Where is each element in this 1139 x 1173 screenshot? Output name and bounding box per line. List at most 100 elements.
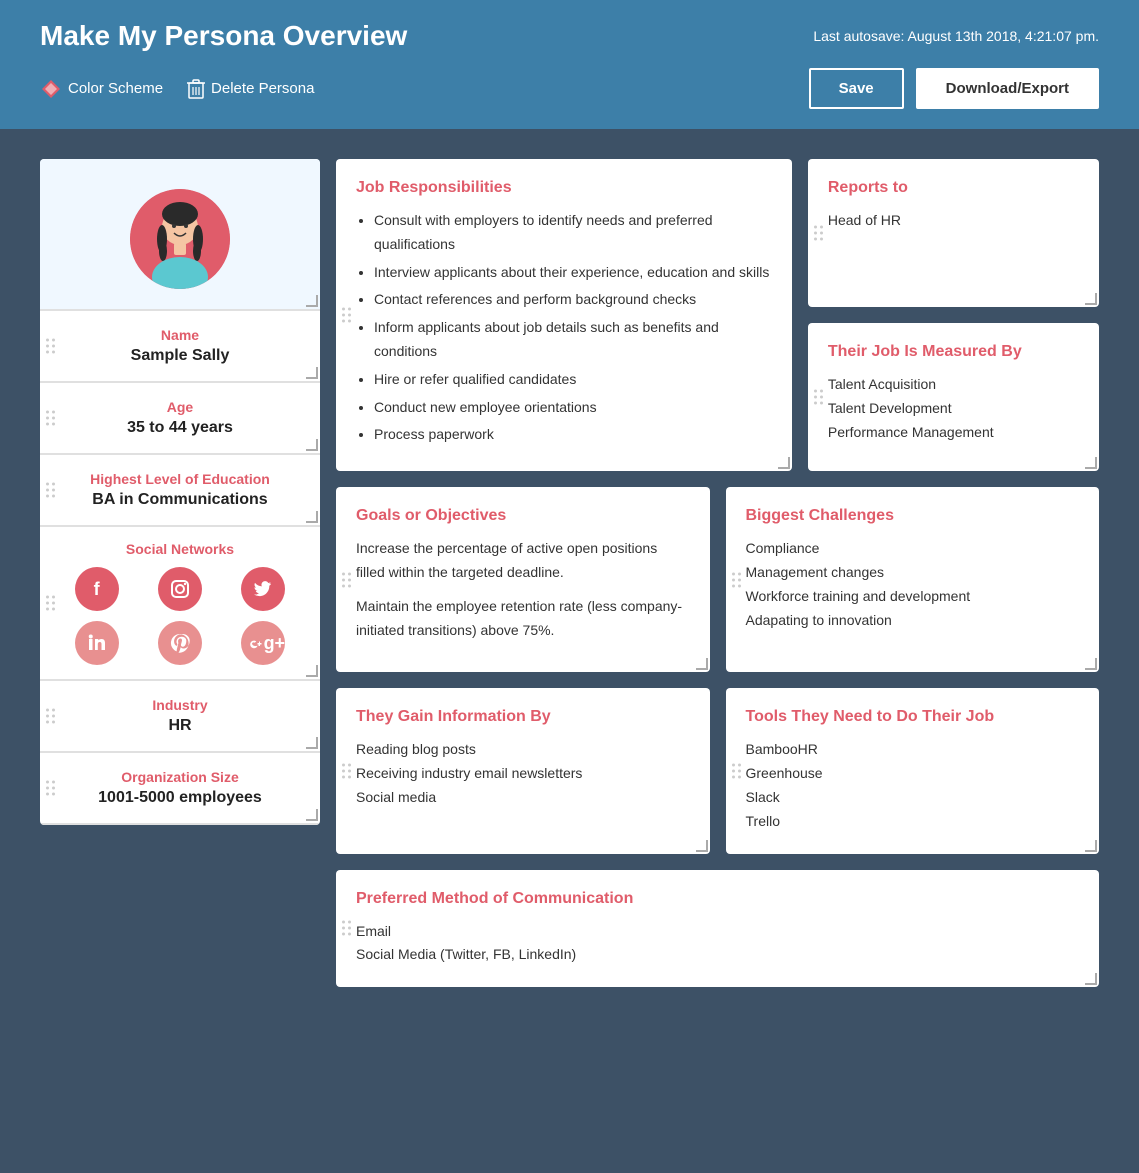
list-item: Process paperwork — [374, 423, 772, 447]
org-size-label: Organization Size — [60, 769, 300, 785]
avatar — [130, 189, 230, 289]
goals-p2: Maintain the employee retention rate (le… — [356, 595, 690, 643]
job-responsibilities-resize-handle[interactable] — [778, 457, 788, 467]
list-item: Conduct new employee orientations — [374, 396, 772, 420]
name-drag-handle[interactable] — [46, 339, 55, 354]
delete-persona-button[interactable]: Delete Persona — [187, 78, 314, 100]
linkedin-icon[interactable] — [75, 621, 119, 665]
industry-value: HR — [60, 717, 300, 735]
age-resize-handle[interactable] — [306, 439, 316, 449]
name-resize-handle[interactable] — [306, 367, 316, 377]
job-responsibilities-list: Consult with employers to identify needs… — [356, 209, 772, 447]
education-resize-handle[interactable] — [306, 511, 316, 521]
avatar-section — [40, 159, 320, 311]
list-item: Greenhouse — [746, 762, 1080, 786]
tools-body: BambooHR Greenhouse Slack Trello — [746, 738, 1080, 833]
list-item: Consult with employers to identify needs… — [374, 209, 772, 257]
page-title: Make My Persona Overview — [40, 20, 407, 52]
communication-drag-handle[interactable] — [342, 921, 351, 936]
education-drag-handle[interactable] — [46, 483, 55, 498]
facebook-icon[interactable]: f — [75, 567, 119, 611]
social-resize-handle[interactable] — [306, 665, 316, 675]
gain-information-card: They Gain Information By Reading blog po… — [336, 688, 710, 853]
reports-to-drag-handle[interactable] — [814, 226, 823, 241]
header-top: Make My Persona Overview Last autosave: … — [40, 20, 1099, 68]
org-size-drag-handle[interactable] — [46, 781, 55, 796]
age-label: Age — [60, 399, 300, 415]
tools-drag-handle[interactable] — [732, 763, 741, 778]
challenges-drag-handle[interactable] — [732, 572, 741, 587]
list-item: Social Media (Twitter, FB, LinkedIn) — [356, 943, 1079, 967]
age-section: Age 35 to 44 years — [40, 383, 320, 455]
social-section: Social Networks f g+ — [40, 527, 320, 681]
delete-persona-label: Delete Persona — [211, 80, 314, 97]
org-size-resize-handle[interactable] — [306, 809, 316, 819]
googleplus-icon[interactable]: g+ — [241, 621, 285, 665]
social-icons-grid: f g+ — [60, 567, 300, 665]
avatar-resize-handle[interactable] — [306, 295, 316, 305]
challenges-card: Biggest Challenges Compliance Management… — [726, 487, 1100, 672]
cards-row-3: They Gain Information By Reading blog po… — [336, 688, 1099, 853]
tools-title: Tools They Need to Do Their Job — [746, 708, 1080, 726]
industry-label: Industry — [60, 697, 300, 713]
job-measured-resize-handle[interactable] — [1085, 457, 1095, 467]
job-responsibilities-drag-handle[interactable] — [342, 308, 351, 323]
left-panel: Name Sample Sally Age 35 to 44 years Hig… — [40, 159, 320, 825]
tools-card: Tools They Need to Do Their Job BambooHR… — [726, 688, 1100, 853]
industry-drag-handle[interactable] — [46, 709, 55, 724]
reports-to-body: Head of HR — [828, 209, 1079, 233]
gain-information-resize-handle[interactable] — [696, 840, 706, 850]
color-scheme-button[interactable]: Color Scheme — [40, 78, 163, 100]
social-drag-handle[interactable] — [46, 596, 55, 611]
gain-information-drag-handle[interactable] — [342, 763, 351, 778]
industry-resize-handle[interactable] — [306, 737, 316, 747]
name-value: Sample Sally — [60, 347, 300, 365]
goals-title: Goals or Objectives — [356, 507, 690, 525]
gain-information-body: Reading blog posts Receiving industry em… — [356, 738, 690, 809]
pinterest-icon[interactable] — [158, 621, 202, 665]
age-drag-handle[interactable] — [46, 411, 55, 426]
social-label: Social Networks — [60, 541, 300, 557]
education-label: Highest Level of Education — [60, 471, 300, 487]
list-item: Workforce training and development — [746, 585, 1080, 609]
job-responsibilities-card: Job Responsibilities Consult with employ… — [336, 159, 792, 471]
save-button[interactable]: Save — [809, 68, 904, 109]
name-label: Name — [60, 327, 300, 343]
avatar-illustration — [130, 189, 230, 289]
list-item: Trello — [746, 810, 1080, 834]
list-item: Management changes — [746, 561, 1080, 585]
goals-resize-handle[interactable] — [696, 658, 706, 668]
right-column-1: Reports to Head of HR Their Job Is Measu… — [808, 159, 1099, 471]
challenges-title: Biggest Challenges — [746, 507, 1080, 525]
name-section: Name Sample Sally — [40, 311, 320, 383]
communication-body: Email Social Media (Twitter, FB, LinkedI… — [356, 920, 1079, 968]
toolbar-left: Color Scheme Delete Persona — [40, 78, 314, 100]
list-item: Inform applicants about job details such… — [374, 316, 772, 364]
list-item: Slack — [746, 786, 1080, 810]
job-measured-title: Their Job Is Measured By — [828, 343, 1079, 361]
org-size-value: 1001-5000 employees — [60, 789, 300, 807]
download-button[interactable]: Download/Export — [916, 68, 1099, 109]
main-content: Name Sample Sally Age 35 to 44 years Hig… — [0, 129, 1139, 1017]
reports-to-resize-handle[interactable] — [1085, 293, 1095, 303]
education-value: BA in Communications — [60, 491, 300, 509]
challenges-resize-handle[interactable] — [1085, 658, 1095, 668]
cards-row-1: Job Responsibilities Consult with employ… — [336, 159, 1099, 471]
industry-section: Industry HR — [40, 681, 320, 753]
communication-resize-handle[interactable] — [1085, 973, 1095, 983]
list-item: Contact references and perform backgroun… — [374, 288, 772, 312]
list-item: Hire or refer qualified candidates — [374, 368, 772, 392]
job-measured-drag-handle[interactable] — [814, 390, 823, 405]
tools-resize-handle[interactable] — [1085, 840, 1095, 850]
job-measured-body: Talent Acquisition Talent Development Pe… — [828, 373, 1079, 444]
goals-drag-handle[interactable] — [342, 572, 351, 587]
job-responsibilities-title: Job Responsibilities — [356, 179, 772, 197]
list-item: BambooHR — [746, 738, 1080, 762]
org-size-section: Organization Size 1001-5000 employees — [40, 753, 320, 825]
color-scheme-icon — [40, 78, 62, 100]
list-item: Social media — [356, 786, 690, 810]
instagram-icon[interactable] — [158, 567, 202, 611]
goals-p1: Increase the percentage of active open p… — [356, 537, 690, 585]
twitter-icon[interactable] — [241, 567, 285, 611]
job-responsibilities-body: Consult with employers to identify needs… — [356, 209, 772, 447]
